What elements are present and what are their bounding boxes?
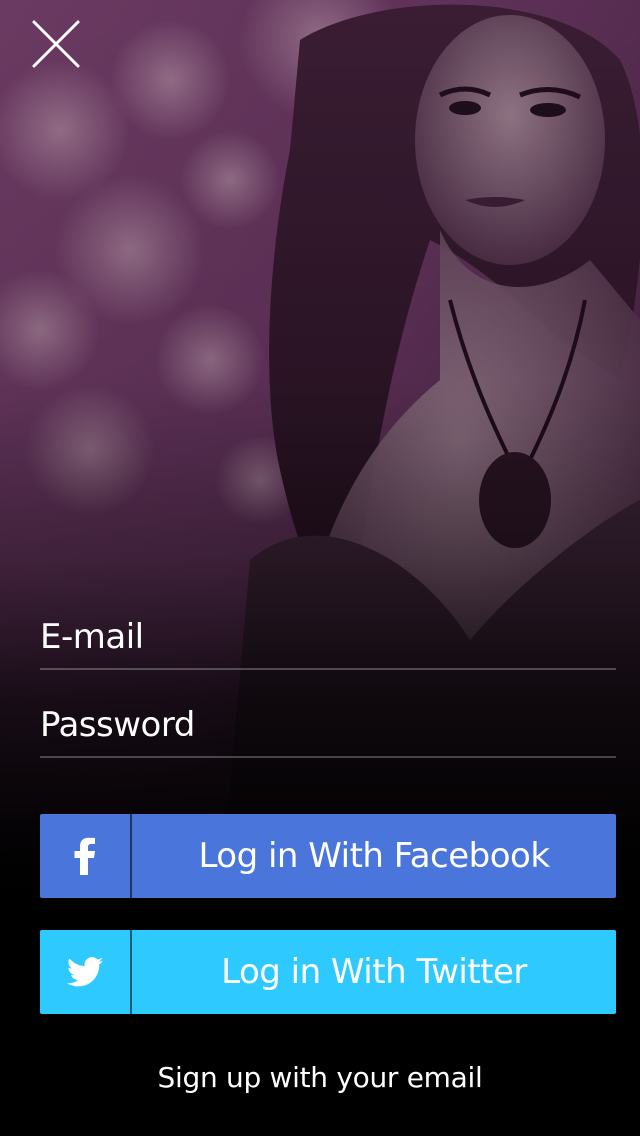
close-icon: [32, 20, 80, 68]
twitter-login-label: Log in With Twitter: [221, 952, 527, 992]
email-field-container: [40, 606, 616, 670]
facebook-icon-cell: [40, 814, 132, 898]
signup-email-link[interactable]: Sign up with your email: [0, 1054, 640, 1102]
facebook-icon: [74, 837, 95, 875]
twitter-icon-cell: [40, 930, 132, 1014]
facebook-login-button[interactable]: Log in With Facebook: [40, 814, 616, 898]
password-input[interactable]: [40, 694, 616, 756]
login-screen: Log in With Facebook Log in With Twitter…: [0, 0, 640, 1136]
facebook-login-label: Log in With Facebook: [198, 836, 550, 876]
email-input[interactable]: [40, 606, 616, 668]
twitter-login-button[interactable]: Log in With Twitter: [40, 930, 616, 1014]
close-button[interactable]: [28, 16, 84, 72]
password-field-container: [40, 694, 616, 758]
twitter-icon: [67, 957, 103, 987]
